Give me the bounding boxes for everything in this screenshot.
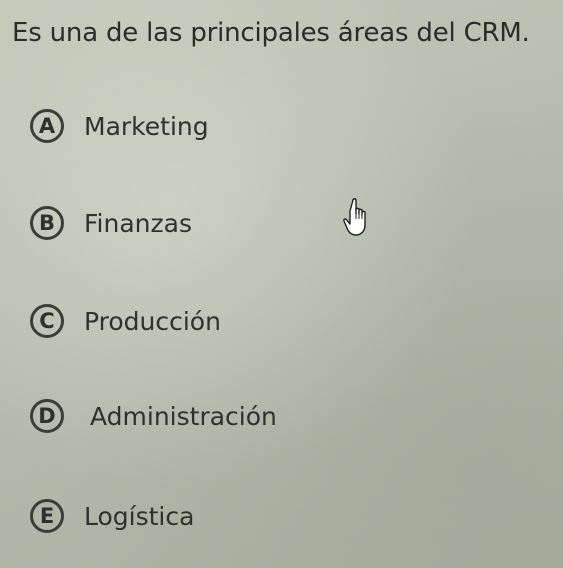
option-a-label: Marketing [84,111,209,141]
option-b[interactable]: B Finanzas [30,203,192,243]
option-d-label: Administración [90,401,277,431]
option-c-label: Producción [84,306,221,336]
option-a-letter: A [30,109,64,143]
option-c[interactable]: C Producción [30,301,221,341]
option-e[interactable]: E Logística [30,496,194,536]
option-d-letter: D [30,399,64,433]
option-b-label: Finanzas [84,208,192,238]
option-d[interactable]: D Administración [30,396,277,436]
hand-pointer-icon [343,198,366,236]
option-e-letter: E [30,499,64,533]
option-b-letter: B [30,206,64,240]
option-e-label: Logística [84,501,195,531]
option-c-letter: C [30,304,64,338]
question-text: Es una de las principales áreas del CRM. [12,18,530,48]
option-a[interactable]: A Marketing [30,106,209,146]
